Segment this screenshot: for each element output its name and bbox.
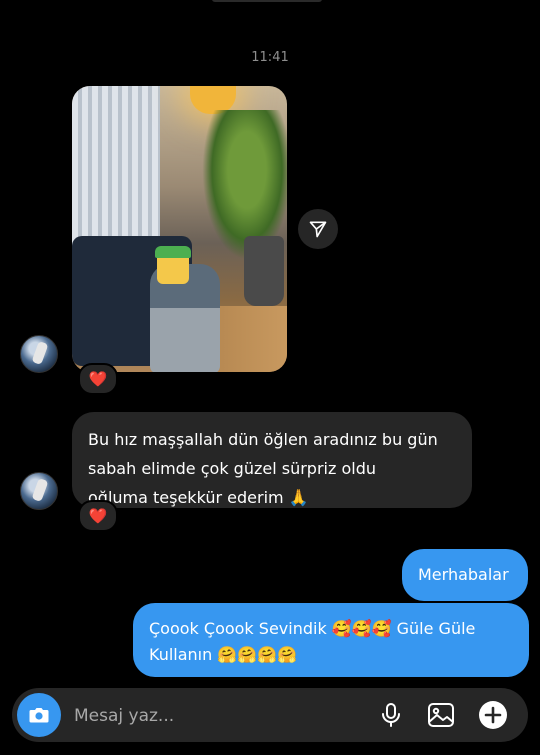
plus-icon [479,701,507,729]
gallery-icon [428,703,454,727]
send-icon [309,221,327,238]
outgoing-message-line: Çoook Çoook Sevindik 🥰🥰🥰 Güle Güle [149,619,476,638]
microphone-button[interactable] [376,700,406,730]
photo-message[interactable] [72,86,287,372]
camera-icon [29,708,49,723]
incoming-message-line: oğluma teşekkür ederim 🙏 [88,488,309,507]
photo-reaction-heart[interactable]: ❤️ [78,363,118,395]
gallery-button[interactable] [426,700,456,730]
outgoing-message-bubble[interactable]: Merhabalar [402,549,528,601]
message-reaction-heart[interactable]: ❤️ [78,500,118,532]
sender-avatar[interactable] [20,335,58,373]
incoming-message-bubble[interactable]: Bu hız maşşallah dün öğlen aradınız bu g… [72,412,472,508]
add-button[interactable] [478,700,508,730]
photo-face-sticker [155,246,191,284]
outgoing-message-text: Merhabalar [418,565,509,584]
incoming-message-line: Bu hız maşşallah dün öğlen aradınız bu g… [88,430,438,449]
sender-avatar[interactable] [20,472,58,510]
top-pill [212,0,322,2]
camera-button[interactable] [17,693,61,737]
share-button[interactable] [298,209,338,249]
message-timestamp: 11:41 [251,50,289,65]
message-input[interactable] [72,688,366,744]
photo-pot [244,236,284,306]
incoming-message-line: sabah elimde çok güzel sürpriz oldu [88,459,376,478]
outgoing-message-line: Kullanın 🤗🤗🤗🤗 [149,645,298,664]
microphone-icon [382,703,400,727]
outgoing-message-bubble[interactable]: Çoook Çoook Sevindik 🥰🥰🥰 Güle Güle Kulla… [133,603,529,677]
message-composer [12,688,528,744]
